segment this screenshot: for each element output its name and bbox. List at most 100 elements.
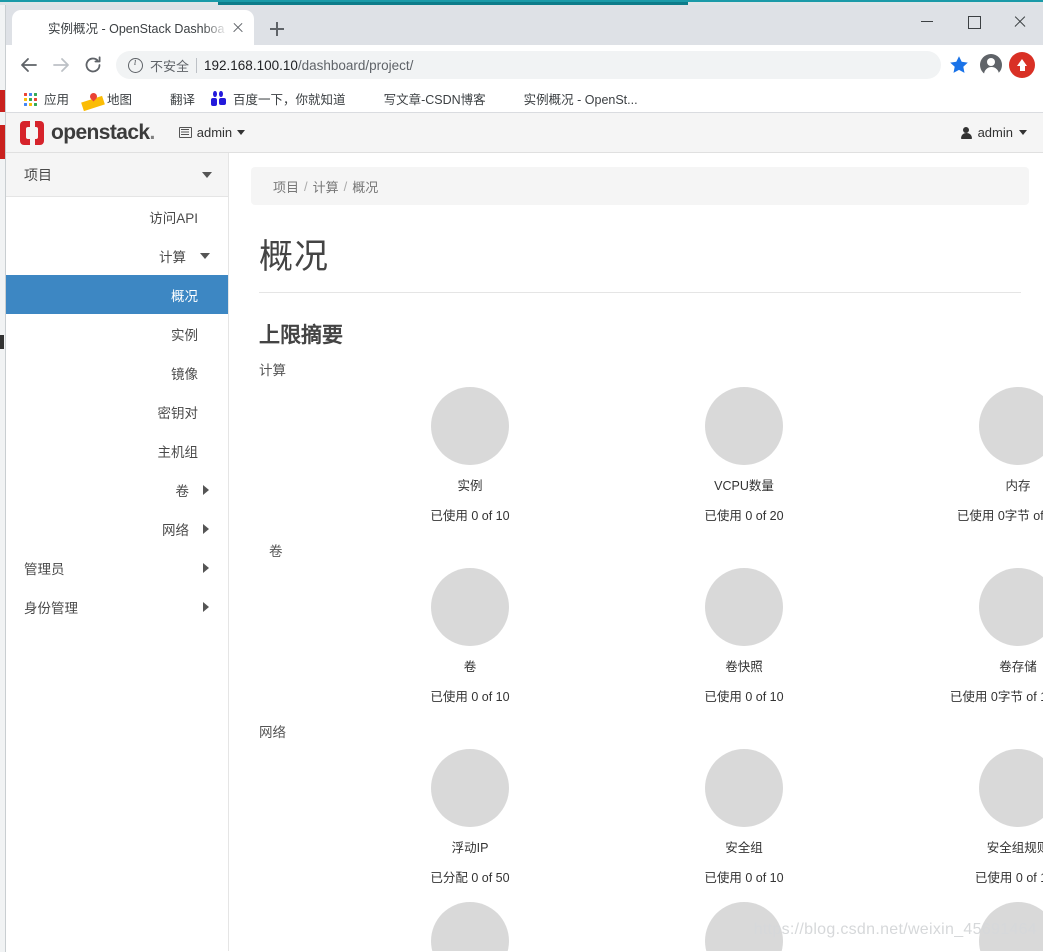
quota-card-volumes: 卷 已使用 0 of 10: [333, 568, 607, 705]
sidebar-item-network[interactable]: 网络: [6, 509, 228, 548]
forward-icon[interactable]: [46, 50, 76, 80]
baidu-icon: [211, 90, 227, 107]
info-circle-icon[interactable]: [128, 57, 143, 73]
quota-row-network-2: 网络 端口 路由: [251, 902, 1043, 951]
quota-card-label: 卷: [463, 660, 477, 674]
sidebar-item-label: 身份管理: [24, 600, 78, 616]
new-tab-button[interactable]: [264, 16, 290, 42]
window-close-icon[interactable]: [997, 5, 1043, 37]
close-icon[interactable]: [228, 18, 248, 38]
quota-card-usage: 已使用 0 of 10: [430, 690, 510, 704]
back-icon[interactable]: [14, 50, 44, 80]
sidebar-item-label: 网络: [162, 522, 189, 538]
quota-card-label: 浮动IP: [451, 841, 489, 855]
page-title: 概况: [259, 238, 329, 276]
breadcrumb-item-compute[interactable]: 计算: [313, 177, 339, 196]
reload-icon[interactable]: [78, 50, 108, 80]
quota-card-instances: 实例 已使用 0 of 10: [333, 387, 607, 524]
quota-donut: [705, 749, 783, 827]
bookmark-star-icon[interactable]: [947, 53, 971, 77]
sidebar-item-api-access[interactable]: 访问API: [6, 197, 228, 236]
quota-card-label: VCPU数量: [714, 479, 774, 493]
sidebar-item-volumes[interactable]: 卷: [6, 470, 228, 509]
sidebar-item-compute[interactable]: 计算: [6, 236, 228, 275]
address-bar[interactable]: 不安全 192.168.100.10/dashboard/project/: [116, 51, 941, 79]
quota-card-label: 实例: [457, 479, 483, 493]
sidebar-item-label: 主机组: [157, 444, 199, 460]
bookmark-translate[interactable]: 翻译: [140, 86, 203, 111]
quota-card-usage: 已分配 0 of 50: [430, 871, 510, 885]
sidebar-item-images[interactable]: 镜像: [6, 353, 228, 392]
bookmark-label: 实例概况 - OpenSt...: [523, 93, 638, 107]
google-maps-icon: [85, 91, 101, 107]
quota-group-label-compute: 计算: [259, 363, 286, 378]
user-menu[interactable]: admin: [960, 125, 1027, 140]
bookmark-label: 地图: [107, 93, 133, 107]
quota-card-ram: 内存 已使用 0字节 of 50GB: [881, 387, 1043, 524]
openstack-logo[interactable]: openstack.: [20, 118, 155, 147]
sidebar-item-identity[interactable]: 身份管理: [6, 587, 228, 626]
maximize-icon[interactable]: [951, 5, 997, 37]
minimize-icon[interactable]: [905, 5, 951, 37]
csdn-icon: [362, 91, 378, 107]
sidebar-item-label: 镜像: [171, 366, 198, 382]
user-icon: [960, 126, 972, 139]
quota-card-ports: 端口: [607, 902, 881, 951]
quota-card-usage: 已使用 0 of 20: [704, 509, 784, 523]
quota-card-vcpus: VCPU数量 已使用 0 of 20: [607, 387, 881, 524]
sidebar-item-label: 概况: [171, 288, 198, 304]
browser-tab-active[interactable]: 实例概况 - OpenStack Dashboa: [12, 10, 254, 45]
browser-tabstrip: 实例概况 - OpenStack Dashboa: [6, 5, 1043, 45]
bookmark-label: 百度一下，你就知道: [233, 93, 346, 107]
bookmark-maps[interactable]: 地图: [77, 86, 140, 111]
openstack-icon: [24, 20, 40, 36]
profile-avatar-icon[interactable]: [977, 51, 1005, 79]
quota-card-usage: 已使用 0字节 of 1000GB: [949, 690, 1043, 704]
quota-card-label: 安全组: [725, 841, 763, 855]
openstack-navbar: openstack. admin admin: [6, 113, 1043, 153]
security-label: 不安全: [150, 58, 190, 74]
quota-row-compute: 实例 已使用 0 of 10 VCPU数量 已使用 0 of 20 内存 已使用…: [251, 387, 1043, 524]
chevron-right-icon: [203, 562, 209, 573]
quota-donut: [705, 387, 783, 465]
quota-section-title: 上限摘要: [259, 324, 343, 347]
chevron-right-icon: [203, 601, 209, 612]
url-host: 192.168.100.10: [204, 57, 298, 73]
bookmarks-bar: 应用 地图 翻译 百度一下，你就知道 写文章-CSDN博客 实例概况 - Ope…: [6, 85, 1043, 113]
chevron-down-icon: [202, 171, 212, 178]
bookmark-openstack[interactable]: 实例概况 - OpenSt...: [494, 86, 646, 111]
quota-card-usage: 已使用 0 of 10: [430, 509, 510, 523]
sidebar-item-label: 卷: [175, 483, 190, 499]
quota-row-network-1: 浮动IP 已分配 0 of 50 安全组 已使用 0 of 10 安全组规则 已…: [251, 749, 1043, 886]
openstack-wordmark: openstack.: [51, 120, 155, 144]
bookmark-apps[interactable]: 应用: [14, 86, 77, 111]
sidebar-item-server-groups[interactable]: 主机组: [6, 431, 228, 470]
bookmark-baidu[interactable]: 百度一下，你就知道: [203, 86, 354, 111]
breadcrumb-item-project[interactable]: 项目: [273, 177, 299, 196]
sidebar: 项目 访问API 计算 概况 实例 镜像 密钥对 主机组 卷 网络 管理员 身份…: [6, 153, 229, 951]
background-sliver-accent-2: [0, 125, 5, 159]
quota-card-volume-snapshots: 卷快照 已使用 0 of 10: [607, 568, 881, 705]
sidebar-item-overview[interactable]: 概况: [6, 275, 228, 314]
bookmark-csdn[interactable]: 写文章-CSDN博客: [354, 86, 494, 111]
quota-card-floating-ips: 浮动IP 已分配 0 of 50: [333, 749, 607, 886]
quota-card-security-group-rules: 安全组规则 已使用 0 of 100: [881, 749, 1043, 886]
browser-toolbar: 不安全 192.168.100.10/dashboard/project/: [6, 45, 1043, 85]
title-divider: [259, 292, 1021, 293]
sidebar-item-instances[interactable]: 实例: [6, 314, 228, 353]
quota-donut: [431, 387, 509, 465]
project-selector-label: admin: [196, 125, 233, 140]
quota-donut: [431, 749, 509, 827]
sidebar-item-admin[interactable]: 管理员: [6, 548, 228, 587]
update-icon[interactable]: [1009, 52, 1035, 78]
background-sliver-accent-1: [0, 90, 5, 112]
sidebar-group-project[interactable]: 项目: [6, 153, 228, 197]
sidebar-item-key-pairs[interactable]: 密钥对: [6, 392, 228, 431]
project-list-icon: [178, 127, 192, 138]
project-selector[interactable]: admin: [178, 125, 246, 140]
quota-card-networks: 网络: [333, 902, 607, 951]
apps-grid-icon: [22, 91, 38, 107]
breadcrumb: 项目 / 计算 / 概况: [251, 167, 1029, 205]
bookmark-label: 写文章-CSDN博客: [383, 93, 486, 107]
openstack-mark-icon: [20, 118, 44, 147]
